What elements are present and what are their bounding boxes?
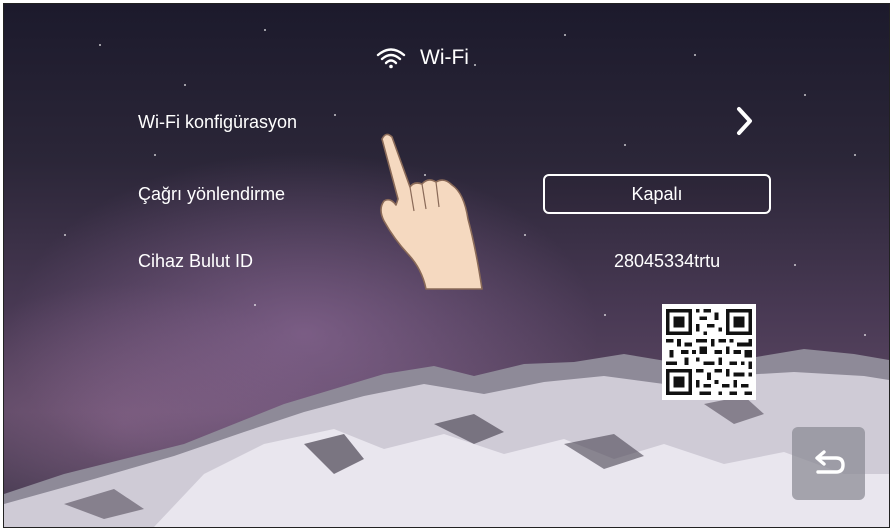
call-forwarding-label: Çağrı yönlendirme [138,184,286,204]
wifi-config-label[interactable]: Wi-Fi konfigürasyon [138,112,297,133]
chevron-right-icon[interactable] [732,104,758,138]
header: Wi-Fi [376,40,469,76]
cloud-id-label: Cihaz Bulut ID [138,251,254,271]
call-forwarding-toggle[interactable]: Kapalı [543,174,771,214]
back-arrow-icon [814,449,845,474]
wifi-settings-screen: Wi-Fi Wi-Fi konfigürasyon Çağrı yönlendi… [3,3,890,528]
wifi-icon [376,48,406,69]
pointing-hand-icon [380,133,483,290]
page-title: Wi-Fi [420,46,469,69]
qr-code-icon [662,304,756,400]
back-button[interactable] [792,427,865,500]
cloud-id-value: 28045334trtu [614,251,721,271]
